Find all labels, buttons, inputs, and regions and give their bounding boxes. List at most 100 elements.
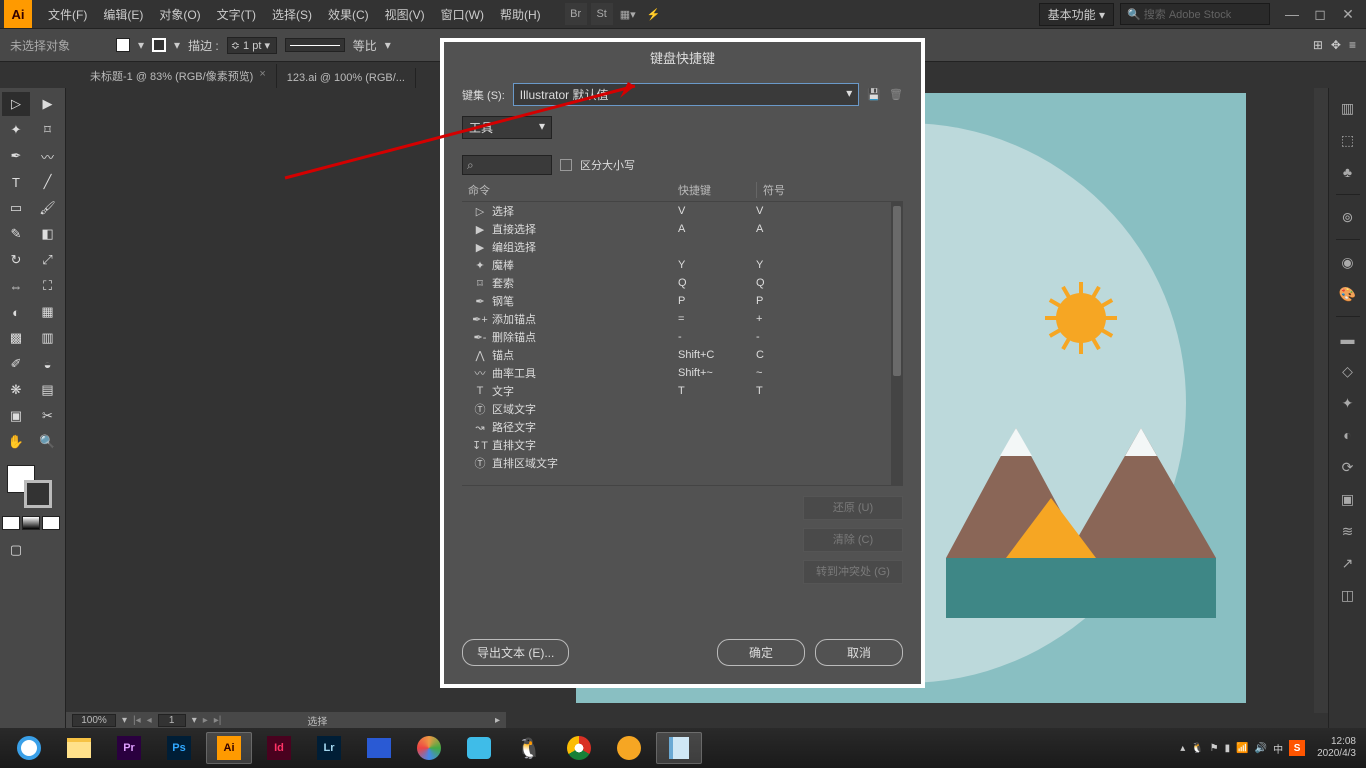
workspace-switcher[interactable]: 基本功能 ▾ [1039, 3, 1114, 26]
taskbar-app1-icon[interactable] [356, 732, 402, 764]
properties-panel-icon[interactable]: ▥ [1332, 94, 1364, 122]
taskbar-app4-icon[interactable] [606, 732, 652, 764]
swatches-panel-icon[interactable]: 🎨 [1332, 280, 1364, 308]
shortcut-row[interactable]: ⌑套索QQ [462, 274, 903, 292]
slice-tool[interactable]: ✂ [34, 404, 62, 428]
curvature-tool[interactable]: 〰 [34, 144, 62, 168]
stroke-panel-icon[interactable]: ▬ [1332, 325, 1364, 353]
shortcut-row[interactable]: ✒-删除锚点-- [462, 328, 903, 346]
scale-tool[interactable]: ⤢ [34, 248, 62, 272]
tray-up-icon[interactable]: ▴ [1180, 743, 1185, 754]
artboards-panel-icon[interactable]: ◫ [1332, 581, 1364, 609]
gradient-tool[interactable]: ▥ [34, 326, 62, 350]
menu-object[interactable]: 对象(O) [151, 6, 208, 23]
arrange-docs-icon[interactable]: ▦▾ [617, 3, 639, 25]
stroke-swatch[interactable] [152, 38, 166, 52]
cancel-button[interactable]: 取消 [815, 639, 903, 666]
gpu-icon[interactable]: ⚡ [643, 3, 665, 25]
transparency-panel-icon[interactable]: ◐ [1332, 421, 1364, 449]
taskbar-pr-icon[interactable]: Pr [106, 732, 152, 764]
shortcut-set-dropdown[interactable]: Illustrator 默认值▾ [513, 83, 860, 106]
grid-scrollbar[interactable] [891, 202, 903, 485]
align-icon[interactable]: ⊞ [1313, 38, 1323, 52]
stock-search-input[interactable]: 🔍 搜索 Adobe Stock [1120, 3, 1270, 25]
line-tool[interactable]: ╱ [34, 170, 62, 194]
tray-qq-icon[interactable]: 🐧 [1191, 743, 1203, 754]
graphic-styles-icon[interactable]: ▣ [1332, 485, 1364, 513]
taskbar-ps-icon[interactable]: Ps [156, 732, 202, 764]
shortcut-search-input[interactable]: ⌕ [462, 155, 552, 175]
hand-tool[interactable]: ✋ [2, 430, 30, 454]
rotate-tool[interactable]: ↻ [2, 248, 30, 272]
graph-tool[interactable]: ▤ [34, 378, 62, 402]
fill-swatch[interactable] [116, 38, 130, 52]
export-text-button[interactable]: 导出文本 (E)... [462, 639, 569, 666]
color-guide-icon[interactable]: ◉ [1332, 248, 1364, 276]
color-picker[interactable] [2, 462, 63, 512]
free-transform-tool[interactable]: ⛶ [34, 274, 62, 298]
type-tool[interactable]: T [2, 170, 30, 194]
libraries-panel-icon[interactable]: ⬚ [1332, 126, 1364, 154]
taskbar-lr-icon[interactable]: Lr [306, 732, 352, 764]
width-tool[interactable]: ⇔ [2, 274, 30, 298]
doc-tab-2[interactable]: 123.ai @ 100% (RGB/... [277, 68, 416, 88]
tray-flag-icon[interactable]: ⚑ [1210, 743, 1219, 754]
menu-view[interactable]: 视图(V) [377, 6, 433, 23]
color-mode-fill[interactable] [2, 516, 20, 530]
layers-panel-icon[interactable]: ≋ [1332, 517, 1364, 545]
panel-menu-icon[interactable]: ≡ [1349, 38, 1356, 52]
mesh-tool[interactable]: ▩ [2, 326, 30, 350]
brushes-panel-icon[interactable]: ◇ [1332, 357, 1364, 385]
prev-artboard-icon[interactable]: ◂ [147, 715, 152, 726]
taskbar-ai-icon[interactable]: Ai [206, 732, 252, 764]
shortcut-row[interactable]: ↧T直排文字 [462, 436, 903, 454]
save-set-icon[interactable]: 💾 [867, 88, 881, 101]
tray-ime-icon[interactable]: 中 [1273, 741, 1283, 756]
shortcut-row[interactable]: Ⓣ区域文字 [462, 400, 903, 418]
menu-select[interactable]: 选择(S) [264, 6, 320, 23]
delete-set-icon[interactable]: 🗑 [889, 88, 903, 101]
tray-battery-icon[interactable]: ▮ [1225, 743, 1231, 754]
close-tab-icon[interactable]: × [259, 68, 265, 84]
ok-button[interactable]: 确定 [717, 639, 805, 666]
taskbar-app2-icon[interactable] [406, 732, 452, 764]
tray-volume-icon[interactable]: 🔊 [1255, 743, 1267, 754]
shortcut-row[interactable]: ⋀锚点Shift+CC [462, 346, 903, 364]
bridge-icon[interactable]: Br [565, 3, 587, 25]
tray-sogou-icon[interactable]: S [1289, 740, 1305, 756]
pen-tool[interactable]: ✒ [2, 144, 30, 168]
color-panel-icon[interactable]: ♣ [1332, 158, 1364, 186]
menu-type[interactable]: 文字(T) [209, 6, 264, 23]
close-button[interactable]: ✕ [1334, 6, 1362, 23]
shortcut-grid[interactable]: ▷选择VV▶直接选择AA▶编组选择✦魔棒YY⌑套索QQ✒钢笔PP✒+添加锚点=+… [462, 202, 903, 486]
taskbar-id-icon[interactable]: Id [256, 732, 302, 764]
tray-clock[interactable]: 12:08 2020/4/3 [1317, 736, 1356, 760]
shortcut-row[interactable]: ✦魔棒YY [462, 256, 903, 274]
taskbar-qq-icon[interactable]: 🐧 [506, 732, 552, 764]
symbols-panel-icon[interactable]: ✦ [1332, 389, 1364, 417]
minimize-button[interactable]: ― [1278, 6, 1306, 23]
last-artboard-icon[interactable]: ▸| [214, 715, 222, 726]
screen-mode-icon[interactable]: ▢ [2, 538, 30, 562]
menu-file[interactable]: 文件(F) [40, 6, 95, 23]
zoom-value[interactable]: 100% [72, 714, 116, 727]
artboard-tool[interactable]: ▣ [2, 404, 30, 428]
stock-icon[interactable]: St [591, 3, 613, 25]
shortcut-row[interactable]: ▶编组选择 [462, 238, 903, 256]
asset-export-icon[interactable]: ↗ [1332, 549, 1364, 577]
paintbrush-tool[interactable]: 🖌 [34, 196, 62, 220]
menu-window[interactable]: 窗口(W) [433, 6, 492, 23]
cc-panel-icon[interactable]: ⊚ [1332, 203, 1364, 231]
stroke-weight-input[interactable]: ≎ 1 pt ▾ [227, 37, 277, 54]
eyedropper-tool[interactable]: ✐ [2, 352, 30, 376]
match-case-checkbox[interactable] [560, 159, 572, 171]
color-mode-gradient[interactable] [22, 516, 40, 530]
artboard-number[interactable]: 1 [158, 714, 186, 727]
shortcut-row[interactable]: ✒钢笔PP [462, 292, 903, 310]
shortcut-row[interactable]: ↝路径文字 [462, 418, 903, 436]
taskbar-app3-icon[interactable] [456, 732, 502, 764]
first-artboard-icon[interactable]: |◂ [133, 715, 141, 726]
selection-tool[interactable]: ▷ [2, 92, 30, 116]
appearance-panel-icon[interactable]: ⟳ [1332, 453, 1364, 481]
shortcut-row[interactable]: Ⓣ直排区域文字 [462, 454, 903, 472]
